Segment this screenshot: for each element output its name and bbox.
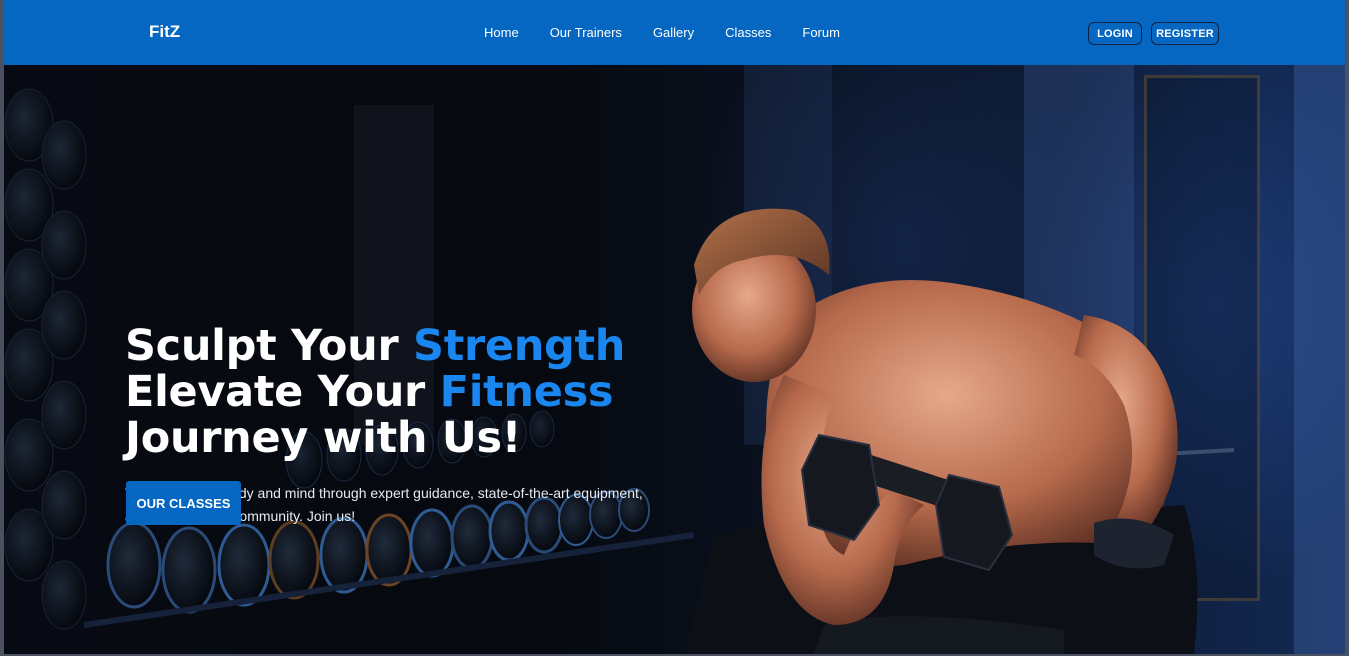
- hero-title-line1-prefix: Sculpt Your: [125, 321, 414, 371]
- nav-link-home[interactable]: Home: [484, 25, 519, 40]
- hero-section: Sculpt Your Strength Elevate Your Fitnes…: [4, 65, 1345, 654]
- page-frame: FitZ Home Our Trainers Gallery Classes F…: [4, 0, 1345, 654]
- nav-link-gallery[interactable]: Gallery: [653, 25, 694, 40]
- hero-title-line3: Journey with Us!: [125, 413, 522, 463]
- nav-link-classes[interactable]: Classes: [725, 25, 771, 40]
- top-navbar: FitZ Home Our Trainers Gallery Classes F…: [4, 0, 1345, 65]
- nav-link-forum[interactable]: Forum: [802, 25, 840, 40]
- our-classes-button[interactable]: OUR CLASSES: [126, 481, 241, 525]
- login-button[interactable]: LOGIN: [1088, 22, 1142, 45]
- nav-link-our-trainers[interactable]: Our Trainers: [550, 25, 622, 40]
- hero-title-accent-strength: Strength: [413, 321, 626, 371]
- hero-title-accent-fitness: Fitness: [439, 367, 614, 417]
- rack-left: [4, 88, 87, 630]
- athlete-illustration: [684, 208, 1198, 654]
- brand-logo[interactable]: FitZ: [149, 22, 180, 42]
- hero-title-line2-prefix: Elevate Your: [125, 367, 440, 417]
- hero-title: Sculpt Your Strength Elevate Your Fitnes…: [125, 323, 625, 461]
- register-button[interactable]: REGISTER: [1151, 22, 1219, 45]
- nav-links: Home Our Trainers Gallery Classes Forum: [484, 25, 870, 40]
